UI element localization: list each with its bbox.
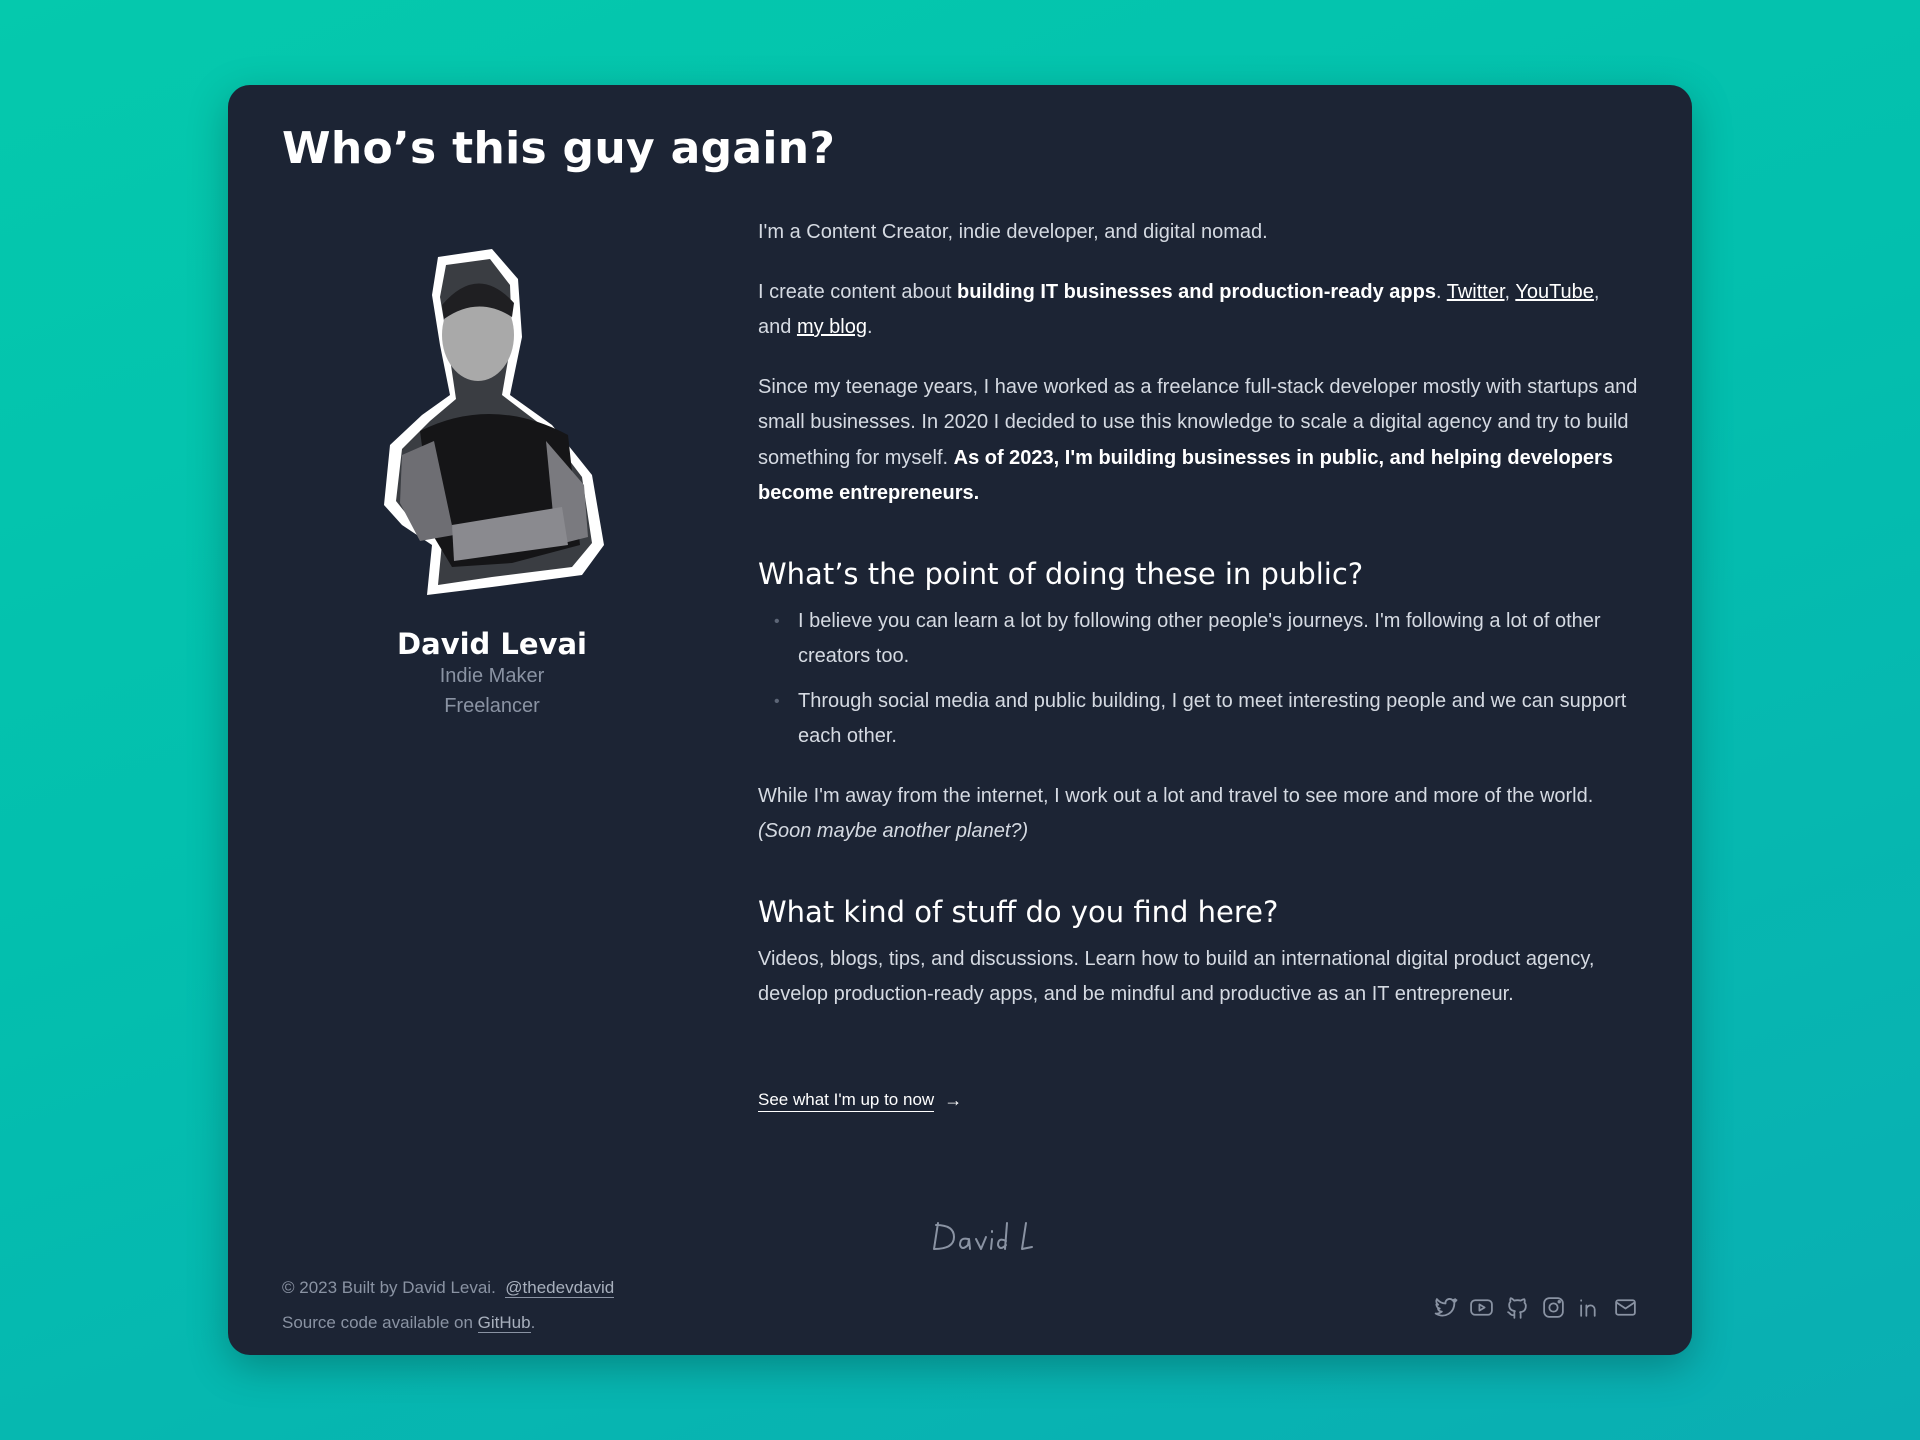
content-text: I create content about [758, 280, 958, 303]
footer-copyright-line: © 2023 Built by David Levai. @thedevdavi… [282, 1270, 615, 1305]
list-item: Through social media and public building… [774, 684, 1638, 755]
profile-role-freelancer: Freelancer [444, 695, 540, 717]
instagram-icon[interactable] [1541, 1295, 1566, 1320]
content-paragraph: I create content about building IT busin… [758, 275, 1638, 346]
away-italic: (Soon maybe another planet?) [758, 820, 1029, 842]
handle-link[interactable]: @thedevdavid [505, 1278, 615, 1298]
content-highlight: building IT businesses and production-re… [957, 280, 1436, 303]
away-text: While I'm away from the internet, I work… [758, 784, 1594, 807]
now-page-link[interactable]: See what I'm up to now → [758, 1083, 962, 1119]
profile-section: David Levai Indie Maker Freelancer [282, 245, 702, 721]
github-icon[interactable] [1505, 1295, 1530, 1320]
profile-role-indie: Indie Maker [439, 665, 545, 687]
separator: . [530, 1313, 536, 1332]
github-source-link[interactable]: GitHub [477, 1313, 531, 1333]
separator: , [1504, 280, 1516, 303]
blog-link[interactable]: my blog [797, 316, 867, 338]
list-item: I believe you can learn a lot by followi… [774, 604, 1638, 675]
stuff-heading: What kind of stuff do you find here? [758, 894, 1279, 929]
public-reasons-list: I believe you can learn a lot by followi… [758, 604, 1638, 755]
now-page-label: See what I'm up to now [758, 1089, 935, 1112]
about-card: Who’s this guy again? David Levai Indie … [228, 85, 1692, 1355]
separator: . [866, 316, 873, 338]
profile-name: David Levai [397, 627, 587, 661]
away-paragraph: While I'm away from the internet, I work… [758, 779, 1638, 850]
footer: © 2023 Built by David Levai. @thedevdavi… [282, 1270, 615, 1340]
copyright-text: © 2023 Built by David Levai. [282, 1278, 496, 1297]
youtube-icon[interactable] [1469, 1295, 1494, 1320]
avatar [384, 249, 604, 595]
page-title: Who’s this guy again? [282, 123, 836, 174]
youtube-link[interactable]: YouTube [1515, 281, 1594, 303]
public-heading: What’s the point of doing these in publi… [758, 556, 1364, 591]
signature [933, 1222, 1033, 1250]
stuff-paragraph: Videos, blogs, tips, and discussions. Le… [758, 947, 1595, 1006]
history-paragraph: Since my teenage years, I have worked as… [758, 370, 1638, 512]
about-content: I'm a Content Creator, indie developer, … [758, 215, 1638, 1118]
mail-icon[interactable] [1613, 1295, 1638, 1320]
twitter-icon[interactable] [1433, 1295, 1458, 1320]
separator: . [1435, 280, 1447, 303]
footer-source-line: Source code available on GitHub. [282, 1305, 614, 1340]
intro-paragraph: I'm a Content Creator, indie developer, … [758, 221, 1268, 243]
source-text: Source code available on [282, 1313, 478, 1332]
social-links [1433, 1295, 1638, 1320]
linkedin-icon[interactable] [1577, 1295, 1602, 1320]
twitter-link[interactable]: Twitter [1447, 281, 1505, 303]
arrow-right-icon: → [944, 1089, 963, 1110]
